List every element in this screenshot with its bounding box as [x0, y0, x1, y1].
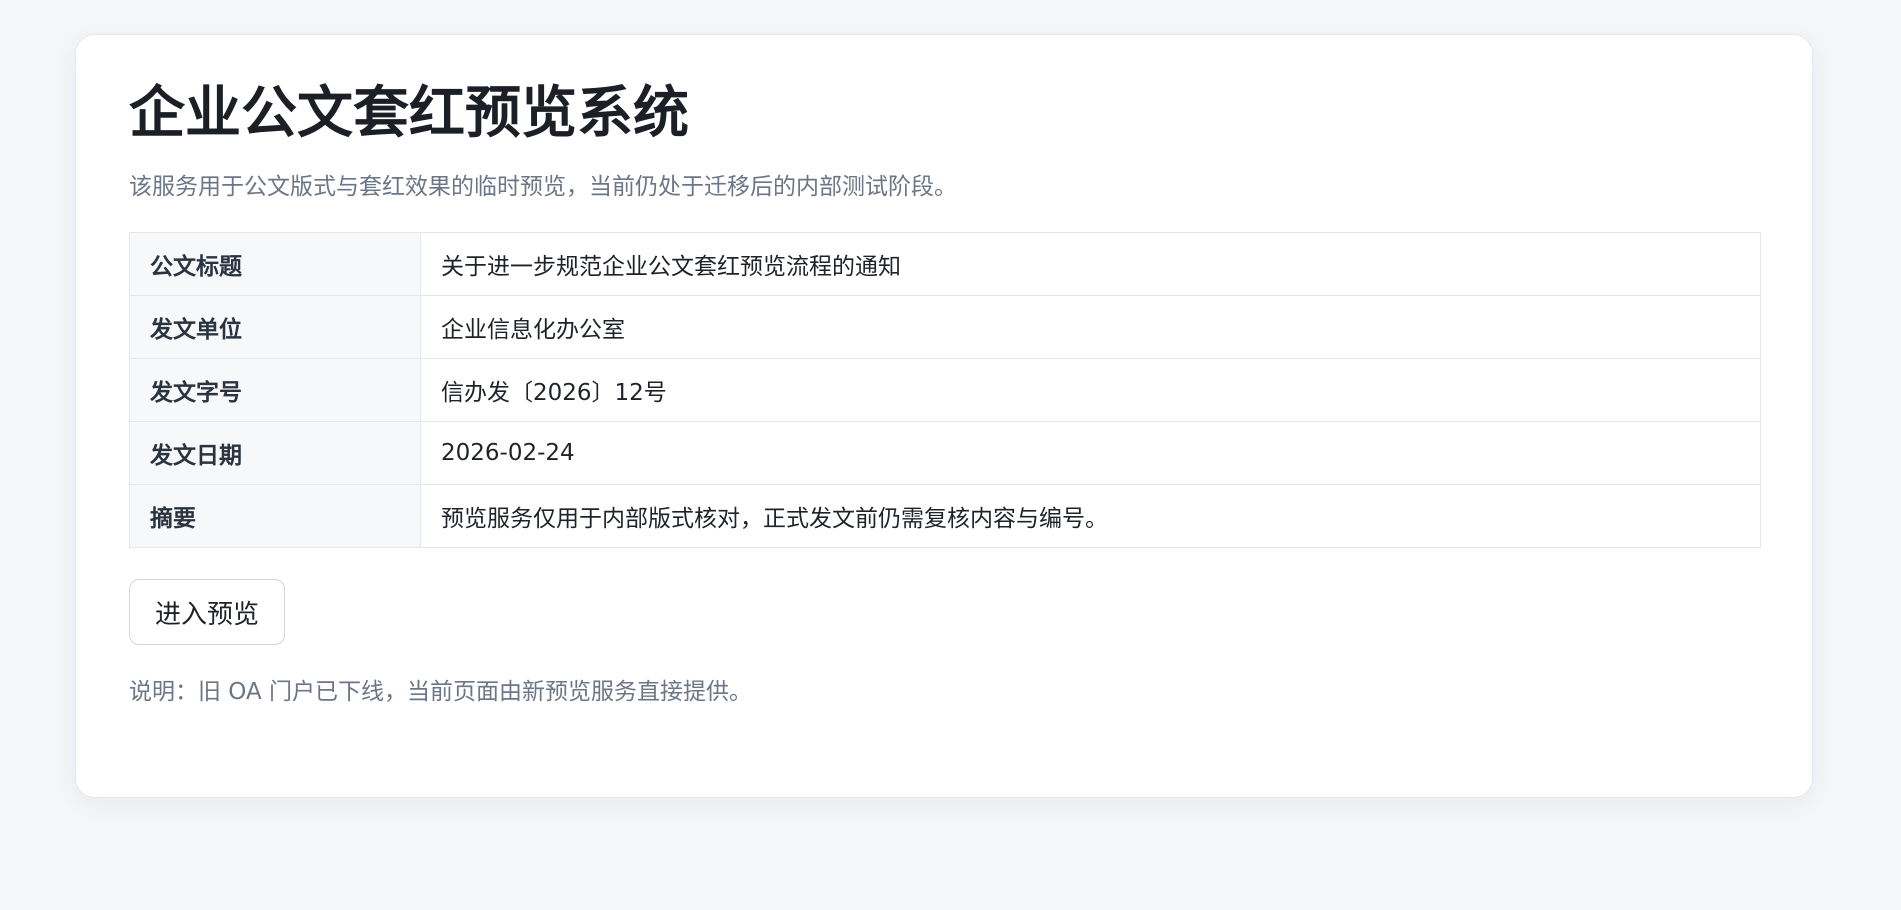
- table-row: 发文日期 2026-02-24: [129, 421, 1761, 485]
- row-key-doc-number: 发文字号: [129, 358, 421, 422]
- table-row: 摘要 预览服务仅用于内部版式核对，正式发文前仍需复核内容与编号。: [129, 484, 1761, 548]
- table-row: 公文标题 关于进一步规范企业公文套红预览流程的通知: [129, 232, 1761, 296]
- row-value-summary: 预览服务仅用于内部版式核对，正式发文前仍需复核内容与编号。: [420, 484, 1761, 548]
- row-key-issuer: 发文单位: [129, 295, 421, 359]
- row-value-date: 2026-02-24: [420, 421, 1761, 485]
- enter-preview-button[interactable]: 进入预览: [129, 579, 285, 645]
- main-card: 企业公文套红预览系统 该服务用于公文版式与套红效果的临时预览，当前仍处于迁移后的…: [75, 34, 1813, 798]
- footer-note: 说明：旧 OA 门户已下线，当前页面由新预览服务直接提供。: [129, 679, 753, 705]
- table-row: 发文单位 企业信息化办公室: [129, 295, 1761, 359]
- row-key-summary: 摘要: [129, 484, 421, 548]
- page-title: 企业公文套红预览系统: [129, 81, 689, 146]
- row-key-date: 发文日期: [129, 421, 421, 485]
- page-subtitle: 该服务用于公文版式与套红效果的临时预览，当前仍处于迁移后的内部测试阶段。: [129, 174, 957, 200]
- row-value-issuer: 企业信息化办公室: [420, 295, 1761, 359]
- row-value-title: 关于进一步规范企业公文套红预览流程的通知: [420, 232, 1761, 296]
- document-info-table: 公文标题 关于进一步规范企业公文套红预览流程的通知 发文单位 企业信息化办公室 …: [129, 232, 1761, 548]
- row-value-doc-number: 信办发〔2026〕12号: [420, 358, 1761, 422]
- row-key-title: 公文标题: [129, 232, 421, 296]
- table-row: 发文字号 信办发〔2026〕12号: [129, 358, 1761, 422]
